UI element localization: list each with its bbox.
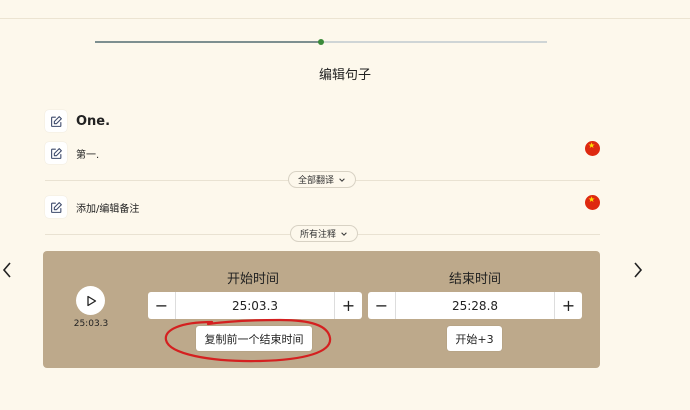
pencil-icon [50,147,62,159]
start-time-label: 开始时间 [226,272,279,287]
note-text: 添加/编辑备注 [76,203,140,215]
pencil-icon [50,201,62,213]
edit-translation-button[interactable] [45,142,67,164]
translate-all-button[interactable]: 全部翻译 [288,171,357,188]
progress-fill [95,41,321,43]
china-flag-icon[interactable]: ★ [585,195,600,210]
current-time: 25:03.3 [73,319,109,329]
chevron-down-icon [341,231,347,236]
sentence-row: One. [45,110,110,132]
start-time-stepper: − 25:03.3 + [148,292,362,319]
progress-bar [95,39,547,45]
translate-all-label: 全部翻译 [298,176,335,186]
all-notes-label: 所有注释 [300,230,337,240]
start-plus-three-button[interactable]: 开始+3 [447,326,502,351]
start-increment-button[interactable]: + [334,292,362,319]
all-notes-button[interactable]: 所有注释 [290,225,359,242]
start-time-value[interactable]: 25:03.3 [176,292,334,319]
play-button[interactable] [76,286,105,315]
end-time-label: 结束时间 [448,272,501,287]
page-title: 编辑句子 [318,68,371,83]
copy-prev-end-button[interactable]: 复制前一个结束时间 [196,326,312,351]
start-decrement-button[interactable]: − [148,292,176,319]
end-time-value[interactable]: 25:28.8 [396,292,554,319]
timing-panel: 25:03.3 开始时间 − 25:03.3 + 复制前一个结束时间 结束时间 … [43,251,600,368]
chevron-left-icon[interactable] [1,261,13,279]
sentence-text: One. [76,113,111,129]
edit-sentence-button[interactable] [45,110,67,132]
translation-row: 第一. [45,142,99,164]
translation-text: 第一. [76,149,100,161]
end-increment-button[interactable]: + [554,292,582,319]
end-decrement-button[interactable]: − [368,292,396,319]
note-row: 添加/编辑备注 [45,196,139,218]
edit-note-button[interactable] [45,196,67,218]
header-divider [0,18,690,19]
china-flag-icon[interactable]: ★ [585,141,600,156]
end-time-stepper: − 25:28.8 + [368,292,582,319]
play-icon [86,295,96,306]
chevron-down-icon [339,177,345,182]
progress-marker [318,39,324,45]
pencil-icon [50,115,62,127]
chevron-right-icon[interactable] [632,261,644,279]
